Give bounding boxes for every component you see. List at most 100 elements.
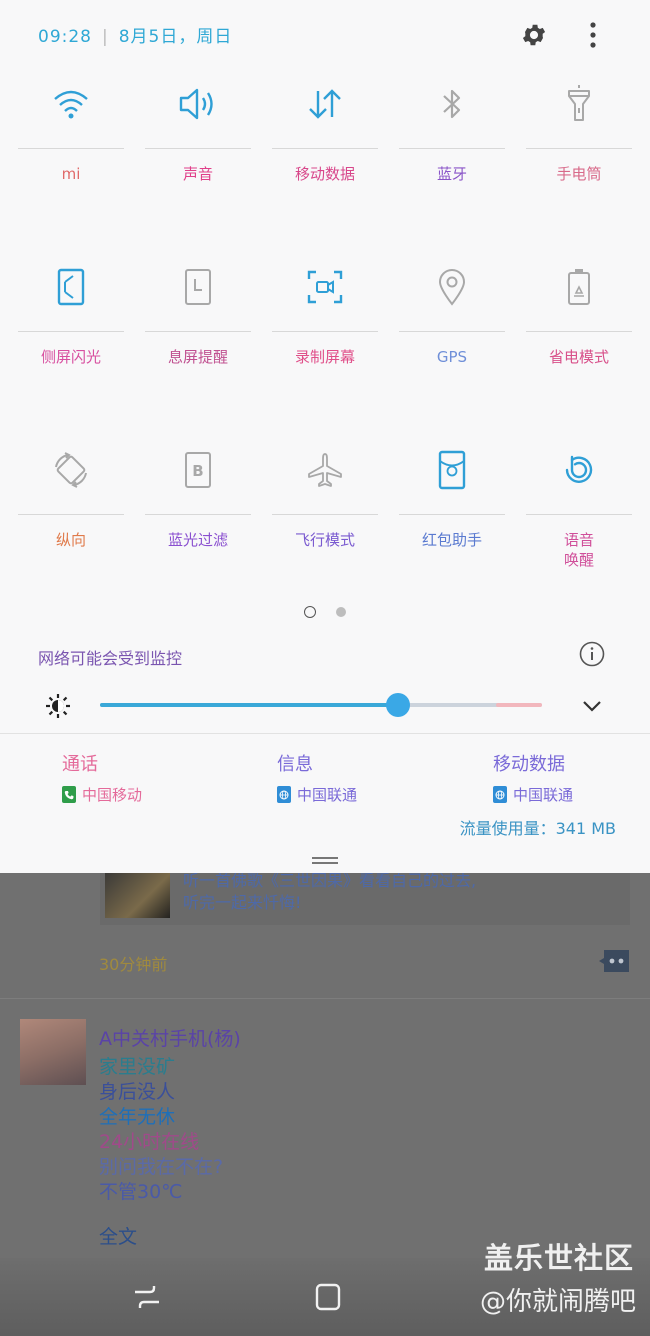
watermark-user: @你就闹腾吧 xyxy=(479,1287,636,1317)
more-options-icon[interactable] xyxy=(576,18,610,52)
tile-divider xyxy=(18,331,124,332)
svg-text:B: B xyxy=(192,462,203,480)
sim-setting-title: 移动数据 xyxy=(493,754,565,775)
tile-divider xyxy=(145,514,251,515)
tile-sound[interactable]: 声音 xyxy=(145,74,251,224)
gear-icon[interactable] xyxy=(517,18,551,52)
globe-sim-icon xyxy=(493,786,507,803)
tile-flashlight[interactable]: 手电筒 xyxy=(526,74,632,224)
sim-setting-title: 通话 xyxy=(62,754,98,775)
sim-setting-0[interactable]: 通话 中国移动 xyxy=(62,750,142,805)
tile-label: 省电模式 xyxy=(548,348,609,366)
tile-edge-lighting[interactable]: 侧屏闪光 xyxy=(18,257,124,407)
brightness-slider[interactable] xyxy=(100,703,542,707)
feed-divider xyxy=(0,998,650,999)
sim-setting-1[interactable]: 信息中国联通 xyxy=(277,750,357,805)
status-row: 09:28 | 8月5日，周日 xyxy=(38,22,232,47)
screen-record-icon xyxy=(272,257,378,317)
brightness-track-end xyxy=(496,703,542,707)
tile-power-saving[interactable]: 省电模式 xyxy=(526,257,632,407)
tile-bluetooth[interactable]: 蓝牙 xyxy=(399,74,505,224)
brightness-fill xyxy=(100,703,398,707)
tile-divider xyxy=(145,148,251,149)
tile-location[interactable]: GPS xyxy=(399,257,505,407)
tile-always-on-display[interactable]: 息屏提醒 xyxy=(145,257,251,407)
shared-text-line: 听完一起来忏悔! xyxy=(183,893,302,912)
sim-carrier: 中国联通 xyxy=(493,784,573,805)
tile-label: 蓝牙 xyxy=(436,165,467,183)
status-divider: | xyxy=(102,27,109,47)
tile-divider xyxy=(399,331,505,332)
post-time: 30分钟前 xyxy=(99,955,168,974)
post-line: 24小时在线 xyxy=(99,1131,200,1153)
tile-label: mi xyxy=(61,165,81,183)
edge-lighting-icon xyxy=(18,257,124,317)
tile-divider xyxy=(526,514,632,515)
post-line: 不管30℃ xyxy=(99,1181,183,1203)
tile-mobile-data[interactable]: 移动数据 xyxy=(272,74,378,224)
tile-label: 息屏提醒 xyxy=(167,348,228,366)
comment-icon[interactable] xyxy=(598,948,631,976)
post-body: 家里没矿 身后没人 全年无休 24小时在线 别问我在不在? 不管30℃ xyxy=(99,1055,223,1205)
blue-light-filter-icon: B xyxy=(145,440,251,500)
post-author[interactable]: A中关村手机(杨) xyxy=(99,1024,241,1051)
brightness-row xyxy=(0,688,650,722)
tile-label: 蓝光过滤 xyxy=(167,531,228,549)
tile-screen-record[interactable]: 录制屏幕 xyxy=(272,257,378,407)
chevron-down-icon[interactable] xyxy=(580,694,604,718)
phone-sim-icon xyxy=(62,786,76,803)
tile-divider xyxy=(526,148,632,149)
avatar[interactable] xyxy=(20,1019,86,1085)
status-date: 8月5日，周日 xyxy=(118,27,233,47)
tile-auto-rotate[interactable]: 纵向 xyxy=(18,440,124,590)
full-text-link[interactable]: 全文 xyxy=(99,1222,137,1249)
quick-settings-panel: 09:28 | 8月5日，周日 mi 声音 移动数据 蓝牙 手电筒 侧屏闪光 息屏提醒 录制屏幕 G… xyxy=(0,0,650,873)
red-packet-icon xyxy=(399,440,505,500)
tile-label: 录制屏幕 xyxy=(294,348,355,366)
tile-label: 语音 唤醒 xyxy=(563,531,594,569)
tile-divider xyxy=(18,148,124,149)
mobile-data-icon xyxy=(272,74,378,134)
post-line: 全年无休 xyxy=(99,1106,176,1128)
sim-setting-title: 信息 xyxy=(277,754,313,775)
tile-divider xyxy=(145,331,251,332)
tile-red-packet[interactable]: 红包助手 xyxy=(399,440,505,590)
brightness-thumb[interactable] xyxy=(386,693,410,717)
auto-rotate-icon xyxy=(18,440,124,500)
tile-divider xyxy=(399,148,505,149)
tile-label: 纵向 xyxy=(55,531,86,549)
data-usage[interactable]: 流量使用量：341 MB xyxy=(460,815,616,839)
tile-bixby[interactable]: 语音 唤醒 xyxy=(526,440,632,590)
page-dot-active xyxy=(304,606,316,618)
info-icon[interactable] xyxy=(579,641,605,667)
flashlight-icon xyxy=(526,74,632,134)
tile-divider xyxy=(526,331,632,332)
sound-icon xyxy=(145,74,251,134)
carrier-name: 中国联通 xyxy=(297,786,358,804)
carrier-name: 中国联通 xyxy=(513,786,574,804)
tile-wifi[interactable]: mi xyxy=(18,74,124,224)
panel-drag-handle[interactable] xyxy=(312,857,338,865)
tile-divider xyxy=(18,514,124,515)
home-icon[interactable] xyxy=(313,1282,343,1312)
tile-blue-light-filter[interactable]: B 蓝光过滤 xyxy=(145,440,251,590)
tile-divider xyxy=(399,514,505,515)
post-line: 别问我在不在? xyxy=(99,1156,224,1178)
watermark-title: 盖乐世社区 xyxy=(483,1241,634,1275)
status-time: 09:28 xyxy=(38,27,92,47)
tile-label: 声音 xyxy=(182,165,213,183)
location-icon xyxy=(399,257,505,317)
sim-setting-2[interactable]: 移动数据中国联通 xyxy=(493,750,573,805)
tile-label: 手电筒 xyxy=(556,165,602,183)
tile-label: 红包助手 xyxy=(421,531,482,549)
shared-content-text: 听一首佛歌《三世因果》看看自己的过去, 听完一起来忏悔! xyxy=(183,870,476,914)
brightness-icon xyxy=(44,692,72,720)
page-indicator xyxy=(0,606,650,618)
network-monitor-notice[interactable]: 网络可能会受到监控 xyxy=(38,645,182,669)
bixby-icon xyxy=(526,440,632,500)
always-on-display-icon xyxy=(145,257,251,317)
tile-airplane[interactable]: 飞行模式 xyxy=(272,440,378,590)
panel-divider xyxy=(0,733,650,734)
recent-apps-icon[interactable] xyxy=(132,1282,162,1312)
power-saving-icon xyxy=(526,257,632,317)
